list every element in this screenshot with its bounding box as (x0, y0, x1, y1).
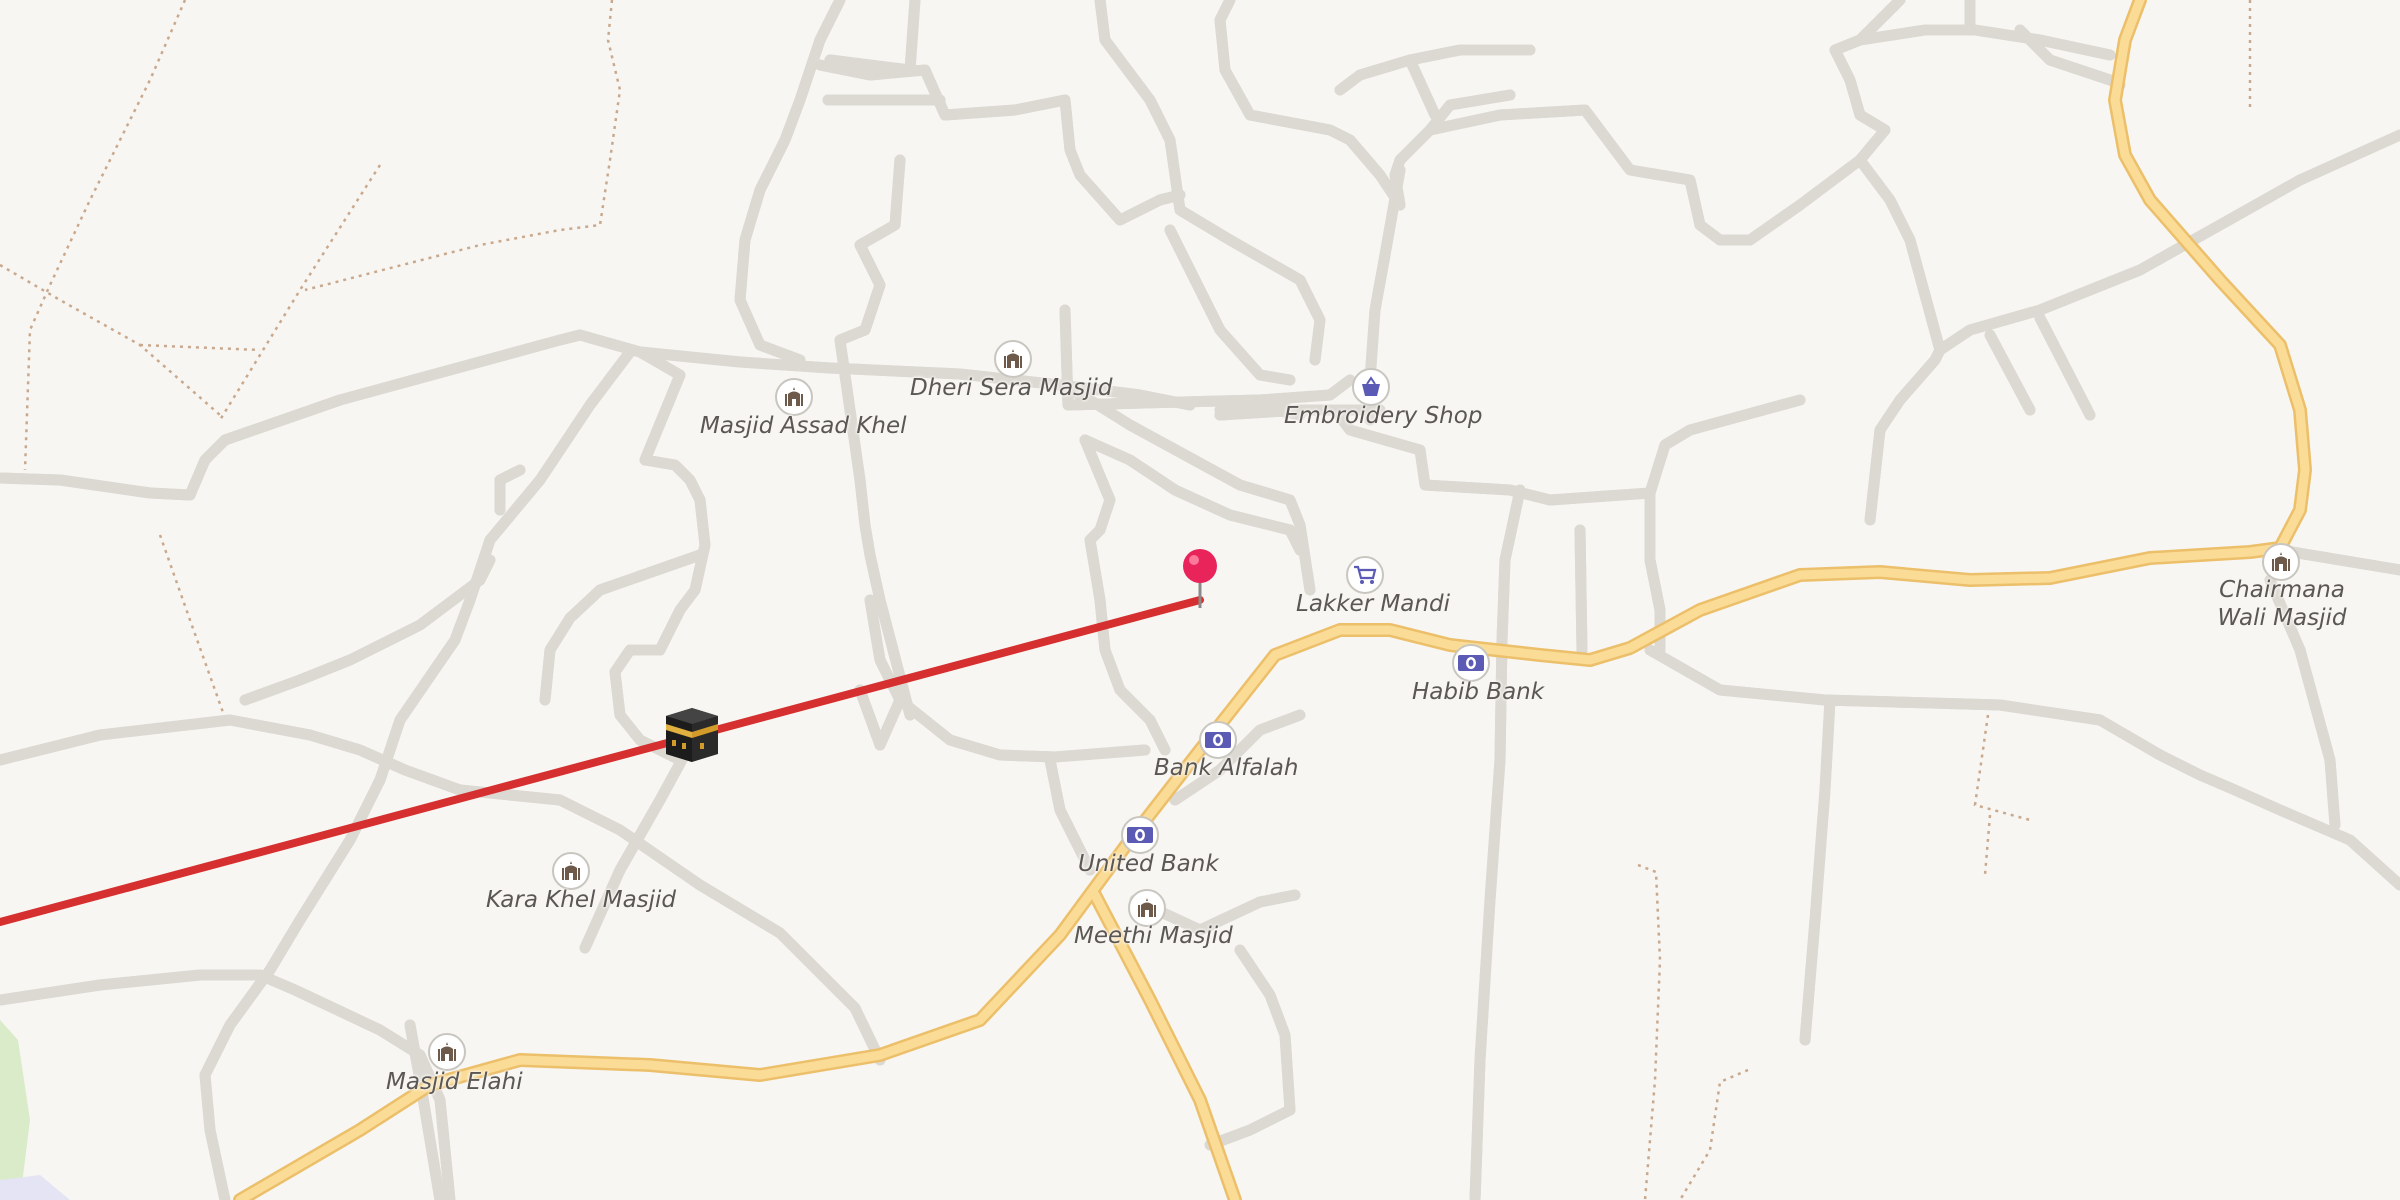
poi-label-lakker-mandi: Lakker Mandi (1296, 591, 1450, 617)
poi-label-masjid-assad-khel: Masjid Assad Khel (700, 413, 907, 439)
mosque-icon[interactable] (552, 852, 590, 890)
poi-label-chairmana-wali-masjid: Chairmana Wali Masjid (2217, 577, 2347, 631)
water-area (0, 1175, 70, 1200)
mosque-icon[interactable] (994, 340, 1032, 378)
poi-label-bank-alfalah: Bank Alfalah (1154, 755, 1299, 781)
bank-note-icon[interactable] (1121, 816, 1159, 854)
major-roads-casing (233, 0, 2312, 1200)
shopping-basket-icon[interactable] (1352, 368, 1390, 406)
footpaths (0, 0, 2252, 1200)
mosque-icon[interactable] (428, 1033, 466, 1071)
poi-label-masjid-elahi: Masjid Elahi (386, 1069, 523, 1095)
map-view[interactable]: Dheri Sera Masjid Masjid Assad Khel Embr… (0, 0, 2400, 1200)
poi-label-meethi-masjid: Meethi Masjid (1074, 923, 1233, 949)
location-pin-icon[interactable] (1180, 548, 1220, 610)
poi-label-embroidery-shop: Embroidery Shop (1284, 403, 1483, 429)
poi-label-habib-bank: Habib Bank (1412, 679, 1545, 705)
major-roads (235, 0, 2310, 1200)
mosque-icon[interactable] (775, 378, 813, 416)
poi-label-kara-khel-masjid: Kara Khel Masjid (486, 887, 677, 913)
park-area (0, 1020, 30, 1200)
shopping-cart-icon[interactable] (1346, 556, 1384, 594)
kaaba-icon[interactable] (664, 706, 720, 764)
poi-label-dheri-sera-masjid: Dheri Sera Masjid (910, 375, 1113, 401)
poi-label-united-bank: United Bank (1078, 851, 1219, 877)
bank-note-icon[interactable] (1452, 644, 1490, 682)
